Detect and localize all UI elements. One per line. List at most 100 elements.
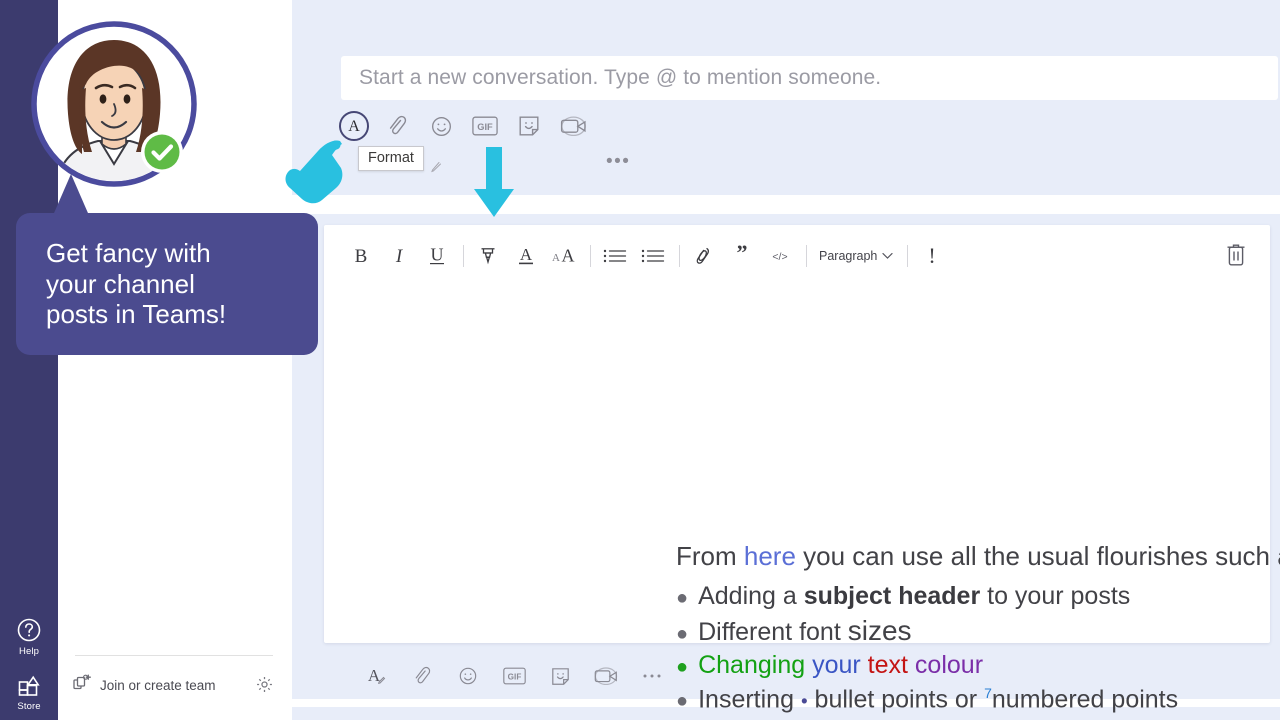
composer-toolbar-top: A GIF bbox=[339, 110, 589, 142]
svg-text:</>: </> bbox=[772, 251, 787, 263]
font-size-button[interactable]: A A bbox=[549, 241, 579, 271]
new-conversation-input[interactable]: Start a new conversation. Type @ to ment… bbox=[341, 56, 1278, 100]
svg-text:I: I bbox=[395, 246, 404, 267]
toolbar-separator bbox=[590, 245, 591, 267]
list-item: ● Inserting • bullet points or 7numbered… bbox=[676, 686, 1280, 712]
code-snippet-button[interactable]: </> bbox=[765, 241, 795, 271]
bullet-dot-icon: ● bbox=[676, 587, 689, 609]
svg-text:A: A bbox=[348, 118, 360, 135]
more-options-icon[interactable] bbox=[636, 660, 668, 692]
composer-more-options[interactable]: ••• bbox=[606, 152, 630, 171]
toolbar-separator bbox=[907, 245, 909, 267]
bullet4-part1: Inserting bbox=[698, 685, 801, 714]
list-item-text: Different font sizes bbox=[698, 617, 911, 645]
store-icon bbox=[15, 671, 43, 699]
insert-link-button[interactable] bbox=[689, 241, 719, 271]
join-or-create-team-button[interactable]: Join or create team bbox=[72, 672, 282, 698]
bullet3-part1: Changing bbox=[698, 651, 813, 679]
svg-text:GIF: GIF bbox=[507, 672, 521, 681]
format-icon[interactable]: A bbox=[360, 660, 392, 692]
inline-bullet-glyph: • bbox=[800, 691, 808, 713]
svg-text:”: ” bbox=[737, 245, 748, 265]
add-team-icon bbox=[72, 674, 92, 697]
new-conversation-placeholder: Start a new conversation. Type @ to ment… bbox=[359, 66, 882, 89]
message-lead-line: From here you can use all the usual flou… bbox=[676, 543, 1280, 569]
bullet2-part1: Different font bbox=[698, 618, 848, 646]
quote-button[interactable]: ” bbox=[727, 241, 757, 271]
meet-now-icon[interactable] bbox=[590, 660, 622, 692]
bullet3-part4: colour bbox=[914, 651, 984, 679]
join-or-create-team-label: Join or create team bbox=[100, 677, 216, 693]
bullet1-part3: to your posts bbox=[980, 582, 1131, 610]
paragraph-style-label: Paragraph bbox=[819, 249, 878, 263]
bullet1-part2: subject header bbox=[803, 582, 981, 610]
sticker-icon[interactable] bbox=[544, 660, 576, 692]
lead-text-after: you can use all the usual flourishes suc… bbox=[795, 541, 1280, 571]
list-item: ● Changing your text colour bbox=[676, 653, 1280, 678]
list-item-text: Changing your text colour bbox=[698, 653, 983, 678]
bullet3-part3: text bbox=[867, 651, 915, 679]
paragraph-style-dropdown[interactable]: Paragraph bbox=[816, 249, 896, 263]
giphy-icon[interactable]: GIF bbox=[498, 660, 530, 692]
bulleted-list-button[interactable] bbox=[600, 241, 630, 271]
rail-item-help-label: Help bbox=[19, 646, 39, 657]
message-body[interactable]: From here you can use all the usual flou… bbox=[676, 543, 1280, 720]
bullet3-part2: your bbox=[812, 651, 868, 679]
help-question-icon bbox=[15, 616, 43, 644]
meet-now-icon[interactable] bbox=[557, 110, 589, 142]
bullet4-part5: numbered points bbox=[991, 685, 1179, 714]
bullet4-part3: bullet points or bbox=[807, 685, 985, 714]
message-editor-card: B I U A A A ” </> Paragraph ! From here … bbox=[324, 225, 1280, 712]
toolbar-separator bbox=[679, 245, 680, 267]
screen-root: Join or create team Help Store Start a n… bbox=[0, 0, 1280, 720]
sticker-icon[interactable] bbox=[513, 110, 545, 142]
bullet1-part1: Adding a bbox=[698, 582, 804, 610]
list-item-text: Inserting • bullet points or 7numbered p… bbox=[698, 686, 1178, 712]
composer-toolbar-bottom: A GIF bbox=[360, 660, 668, 692]
svg-text:A: A bbox=[552, 252, 560, 264]
avatar[interactable] bbox=[28, 18, 200, 190]
svg-text:A: A bbox=[562, 246, 575, 266]
toolbar-separator bbox=[463, 245, 464, 267]
bullet-dot-icon: ● bbox=[676, 656, 689, 678]
bullet-dot-icon: ● bbox=[676, 623, 689, 645]
list-item: ● Adding a subject header to your posts bbox=[676, 584, 1280, 609]
svg-text:A: A bbox=[520, 245, 533, 264]
underline-button[interactable]: U bbox=[422, 241, 452, 271]
svg-text:GIF: GIF bbox=[477, 122, 493, 132]
callout-bubble: Get fancy with your channel posts in Tea… bbox=[16, 213, 318, 355]
list-item-text: Adding a subject header to your posts bbox=[698, 584, 1130, 609]
highlighter-icon[interactable] bbox=[473, 241, 503, 271]
giphy-icon[interactable]: GIF bbox=[469, 110, 501, 142]
italic-button[interactable]: I bbox=[384, 241, 414, 271]
down-arrow bbox=[472, 147, 516, 224]
pointing-hand-cursor bbox=[280, 137, 350, 214]
list-item: ● Different font sizes bbox=[676, 617, 1280, 645]
rail-item-help[interactable]: Help bbox=[15, 616, 43, 657]
rail-item-store-label: Store bbox=[17, 701, 41, 712]
svg-text:!: ! bbox=[929, 244, 936, 268]
font-color-button[interactable]: A bbox=[511, 241, 541, 271]
teams-list-divider bbox=[75, 655, 273, 656]
trash-icon[interactable] bbox=[1224, 241, 1248, 274]
superscript-number: 7 bbox=[984, 685, 992, 701]
bullet2-part2: sizes bbox=[847, 615, 912, 646]
gear-icon[interactable] bbox=[255, 675, 274, 699]
chevron-down-icon bbox=[882, 249, 893, 263]
numbered-list-button[interactable] bbox=[638, 241, 668, 271]
bold-button[interactable]: B bbox=[346, 241, 376, 271]
attach-icon[interactable] bbox=[381, 110, 413, 142]
attach-icon[interactable] bbox=[406, 660, 438, 692]
format-toolbar: B I U A A A ” </> Paragraph ! bbox=[324, 225, 1270, 287]
svg-text:U: U bbox=[431, 245, 444, 265]
here-link[interactable]: here bbox=[744, 541, 796, 571]
tooltip-pen-icon bbox=[430, 160, 442, 178]
emoji-icon[interactable] bbox=[425, 110, 457, 142]
rail-item-store[interactable]: Store bbox=[15, 671, 43, 712]
pane-divider-top bbox=[292, 195, 1280, 214]
callout-text: Get fancy with your channel posts in Tea… bbox=[46, 237, 227, 330]
lead-text-before: From bbox=[676, 541, 744, 571]
mark-important-button[interactable]: ! bbox=[917, 241, 947, 271]
emoji-icon[interactable] bbox=[452, 660, 484, 692]
format-tooltip: Format bbox=[358, 146, 424, 171]
